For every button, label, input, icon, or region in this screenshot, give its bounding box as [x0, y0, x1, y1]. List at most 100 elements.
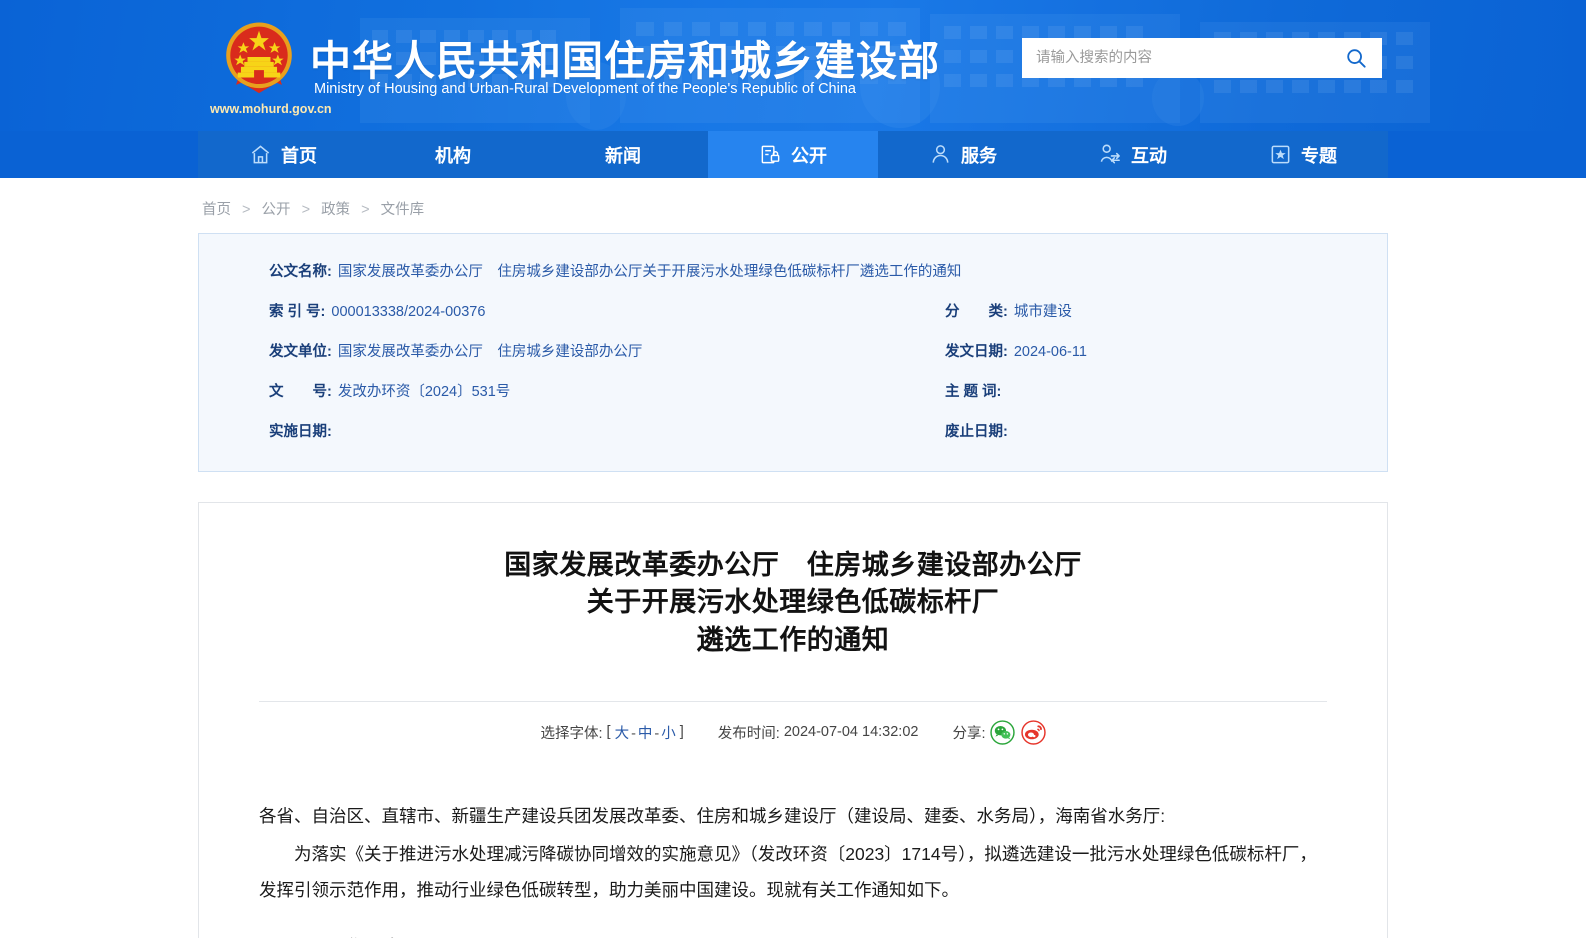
nav-label: 服务 — [961, 145, 997, 166]
site-header: 中华人民共和国住房和城乡建设部 Ministry of Housing and … — [0, 0, 1586, 131]
wechat-icon[interactable] — [989, 720, 1015, 745]
metadata-cell: 分 类: 城市建设 — [945, 300, 1317, 321]
publish-time-group: 发布时间: 2024-07-04 14:32:02 — [718, 722, 919, 743]
metadata-cell: 索 引 号: 000013338/2024-00376 — [269, 300, 945, 321]
dash: - — [631, 725, 636, 742]
bracket-open: [ — [606, 724, 611, 741]
person-icon — [929, 143, 952, 166]
breadcrumb-item-policy[interactable]: 政策 — [321, 202, 350, 218]
search-icon — [1347, 49, 1366, 68]
article-body: 各省、自治区、直辖市、新疆生产建设兵团发展改革委、住房和城乡建设厅（建设局、建委… — [259, 753, 1327, 938]
metadata-grid: 公文名称: 国家发展改革委办公厅 住房城乡建设部办公厅关于开展污水处理绿色低碳标… — [269, 260, 1317, 449]
breadcrumb-item-disclosure[interactable]: 公开 — [262, 202, 291, 218]
nav-bar: 首页 机构 新闻 公开 服务 互动 专题 — [198, 131, 1388, 178]
metadata-label: 主 题 词: — [945, 384, 1002, 400]
metadata-value: 发改办环资〔2024〕531号 — [337, 384, 511, 400]
font-size-label: 选择字体: — [540, 725, 603, 742]
breadcrumb-item-filelibrary[interactable]: 文件库 — [381, 202, 425, 218]
title-line-1: 国家发展改革委办公厅 住房城乡建设部办公厅 — [504, 550, 1082, 580]
metadata-cell: 文 号: 发改办环资〔2024〕531号 — [269, 380, 945, 401]
publish-time-value: 2024-07-04 14:32:02 — [783, 724, 919, 741]
nav-label: 互动 — [1131, 145, 1167, 166]
font-size-options: 大-中-小 — [615, 722, 676, 743]
nav-item-interaction[interactable]: 互动 — [1048, 131, 1218, 178]
metadata-label: 文 号: — [269, 384, 332, 400]
metadata-cell: 废止日期: — [945, 420, 1317, 441]
metadata-row-issuer-date: 发文单位: 国家发展改革委办公厅 住房城乡建设部办公厅 发文日期: 2024-0… — [269, 340, 1317, 369]
search-box[interactable] — [1022, 38, 1382, 78]
national-emblem-icon — [226, 22, 292, 94]
nav-label: 新闻 — [605, 145, 641, 166]
metadata-label: 公文名称: — [269, 264, 332, 280]
metadata-label: 发文日期: — [945, 344, 1008, 360]
metadata-value: 000013338/2024-00376 — [331, 304, 486, 320]
document-lock-icon — [759, 143, 782, 166]
metadata-cell: 发文单位: 国家发展改革委办公厅 住房城乡建设部办公厅 — [269, 340, 945, 361]
breadcrumb-separator: > — [242, 202, 251, 218]
person-exchange-icon — [1099, 143, 1122, 166]
nav-label: 首页 — [281, 145, 317, 166]
title-line-3: 遴选工作的通知 — [696, 624, 890, 655]
bracket-close: ] — [679, 724, 684, 741]
publish-time-label: 发布时间: — [717, 725, 780, 742]
page-body: 首页 > 公开 > 政策 > 文件库 公文名称: 国家发展改革委办公厅 住房城乡… — [0, 178, 1586, 938]
breadcrumb-separator: > — [301, 202, 311, 218]
breadcrumb: 首页 > 公开 > 政策 > 文件库 — [198, 178, 1388, 233]
metadata-value: 2024-06-11 — [1013, 344, 1087, 360]
nav-item-institutions[interactable]: 机构 — [368, 131, 538, 178]
title-line-2: 关于开展污水处理绿色低碳标杆厂 — [586, 587, 1000, 618]
nav-item-topics[interactable]: 专题 — [1218, 131, 1388, 178]
main-navigation: 首页 机构 新闻 公开 服务 互动 专题 — [0, 131, 1586, 178]
metadata-value: 城市建设 — [1013, 304, 1072, 320]
search-input[interactable] — [1022, 39, 1330, 77]
metadata-value: 国家发展改革委办公厅 住房城乡建设部办公厅关于开展污水处理绿色低碳标杆厂遴选工作… — [337, 264, 962, 280]
content-container: 首页 > 公开 > 政策 > 文件库 公文名称: 国家发展改革委办公厅 住房城乡… — [198, 178, 1388, 938]
metadata-value: 国家发展改革委办公厅 住房城乡建设部办公厅 — [337, 344, 643, 360]
nav-item-disclosure[interactable]: 公开 — [708, 131, 878, 178]
weibo-icon[interactable] — [1020, 720, 1046, 745]
site-title-cn: 中华人民共和国住房和城乡建设部 — [310, 38, 940, 84]
metadata-label: 分 类: — [945, 304, 1008, 320]
article-toolbar: 选择字体: [ 大-中-小 ] 发布时间: 2024-07-04 14:32:0… — [259, 702, 1327, 753]
metadata-cell: 发文日期: 2024-06-11 — [945, 340, 1317, 361]
metadata-cell: 实施日期: — [269, 420, 945, 441]
breadcrumb-item-home[interactable]: 首页 — [202, 202, 231, 218]
share-icons — [989, 720, 1046, 745]
font-size-medium-button[interactable]: 中 — [638, 726, 653, 742]
search-button[interactable] — [1330, 39, 1382, 77]
document-metadata-panel: 公文名称: 国家发展改革委办公厅 住房城乡建设部办公厅关于开展污水处理绿色低碳标… — [198, 233, 1388, 472]
metadata-label: 发文单位: — [269, 344, 332, 360]
font-size-large-button[interactable]: 大 — [615, 726, 630, 742]
font-size-small-button[interactable]: 小 — [661, 726, 676, 742]
metadata-cell: 公文名称: 国家发展改革委办公厅 住房城乡建设部办公厅关于开展污水处理绿色低碳标… — [269, 260, 1317, 281]
breadcrumb-separator: > — [361, 202, 370, 218]
nav-label: 机构 — [435, 145, 471, 166]
article-paragraph-recipients: 各省、自治区、直辖市、新疆生产建设兵团发展改革委、住房和城乡建设厅（建设局、建委… — [259, 805, 1166, 826]
page-title: 国家发展改革委办公厅 住房城乡建设部办公厅 关于开展污水处理绿色低碳标杆厂 遴选… — [259, 547, 1327, 659]
star-box-icon — [1269, 143, 1292, 166]
metadata-row-doc-name: 公文名称: 国家发展改革委办公厅 住房城乡建设部办公厅关于开展污水处理绿色低碳标… — [269, 260, 1317, 289]
metadata-row-docnumber-keywords: 文 号: 发改办环资〔2024〕531号 主 题 词: — [269, 380, 1317, 409]
article-paragraph-intro: 为落实《关于推进污水处理减污降碳协同增效的实施意见》（发改环资〔2023〕171… — [259, 843, 1317, 900]
metadata-cell: 主 题 词: — [945, 380, 1317, 401]
nav-item-news[interactable]: 新闻 — [538, 131, 708, 178]
nav-label: 公开 — [791, 145, 827, 166]
home-icon — [249, 143, 272, 166]
site-title-en: Ministry of Housing and Urban-Rural Deve… — [314, 81, 856, 97]
site-url: www.mohurd.gov.cn — [210, 102, 332, 116]
metadata-label: 实施日期: — [269, 424, 332, 440]
metadata-row-effective-repeal: 实施日期: 废止日期: — [269, 420, 1317, 449]
article-card: 国家发展改革委办公厅 住房城乡建设部办公厅 关于开展污水处理绿色低碳标杆厂 遴选… — [198, 502, 1388, 938]
header-inner: 中华人民共和国住房和城乡建设部 Ministry of Housing and … — [198, 0, 1388, 131]
share-label: 分享: — [952, 725, 986, 742]
nav-item-home[interactable]: 首页 — [198, 131, 368, 178]
nav-label: 专题 — [1301, 145, 1337, 166]
metadata-row-index-category: 索 引 号: 000013338/2024-00376 分 类: 城市建设 — [269, 300, 1317, 329]
metadata-label: 废止日期: — [945, 424, 1008, 440]
share-group: 分享: — [952, 720, 1046, 745]
metadata-label: 索 引 号: — [269, 304, 326, 320]
font-size-selector: 选择字体: [ 大-中-小 ] — [541, 722, 684, 743]
nav-item-services[interactable]: 服务 — [878, 131, 1048, 178]
dash: - — [654, 725, 660, 742]
article-section-heading: 一、工作思路 — [259, 930, 1327, 938]
